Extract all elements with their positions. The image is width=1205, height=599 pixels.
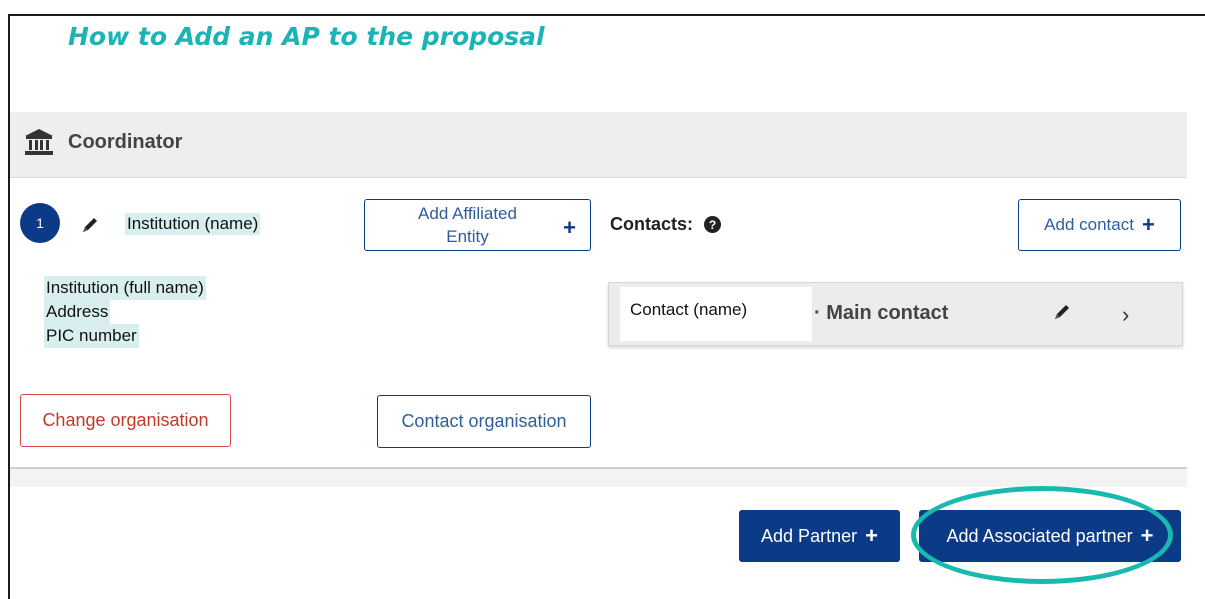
contact-organisation-button[interactable]: Contact organisation xyxy=(377,395,591,448)
highlight-ellipse xyxy=(911,486,1173,584)
contact-role: · Main contact xyxy=(814,302,949,324)
add-affiliated-label-line2: Entity xyxy=(446,227,489,246)
plus-icon: + xyxy=(1141,212,1155,237)
participant-number-badge: 1 xyxy=(20,203,60,243)
add-affiliated-label-line1: Add Affiliated xyxy=(418,204,517,223)
institution-name: Institution (name) xyxy=(125,213,261,235)
institution-details: Institution (full name) Address PIC numb… xyxy=(44,276,206,348)
plus-icon: + xyxy=(563,215,576,240)
institution-icon xyxy=(25,129,53,155)
page-title: How to Add an AP to the proposal xyxy=(68,22,545,51)
change-organisation-button[interactable]: Change organisation xyxy=(20,394,231,447)
help-icon[interactable]: ? xyxy=(704,216,721,233)
institution-pic: PIC number xyxy=(44,324,139,348)
edit-contact-pencil-icon[interactable] xyxy=(1052,302,1072,322)
chevron-right-icon[interactable]: › xyxy=(1122,302,1129,328)
contact-organisation-label: Contact organisation xyxy=(401,411,567,431)
institution-address: Address xyxy=(44,300,111,324)
add-partner-label: Add Partner xyxy=(761,525,858,546)
section-footer-band xyxy=(10,469,1187,487)
add-partner-button[interactable]: Add Partner + xyxy=(739,510,900,562)
coordinator-label: Coordinator xyxy=(68,131,183,153)
edit-pencil-icon[interactable] xyxy=(80,215,100,235)
contact-name: Contact (name) xyxy=(630,300,748,319)
add-contact-label: Add contact xyxy=(1044,215,1134,234)
institution-full-name: Institution (full name) xyxy=(44,276,206,300)
add-affiliated-entity-button[interactable]: Add Affiliated Entity + xyxy=(364,199,591,251)
add-contact-button[interactable]: Add contact + xyxy=(1018,199,1181,251)
plus-icon: + xyxy=(865,523,878,548)
coordinator-header xyxy=(10,112,1187,178)
contacts-label: Contacts: xyxy=(610,214,694,234)
